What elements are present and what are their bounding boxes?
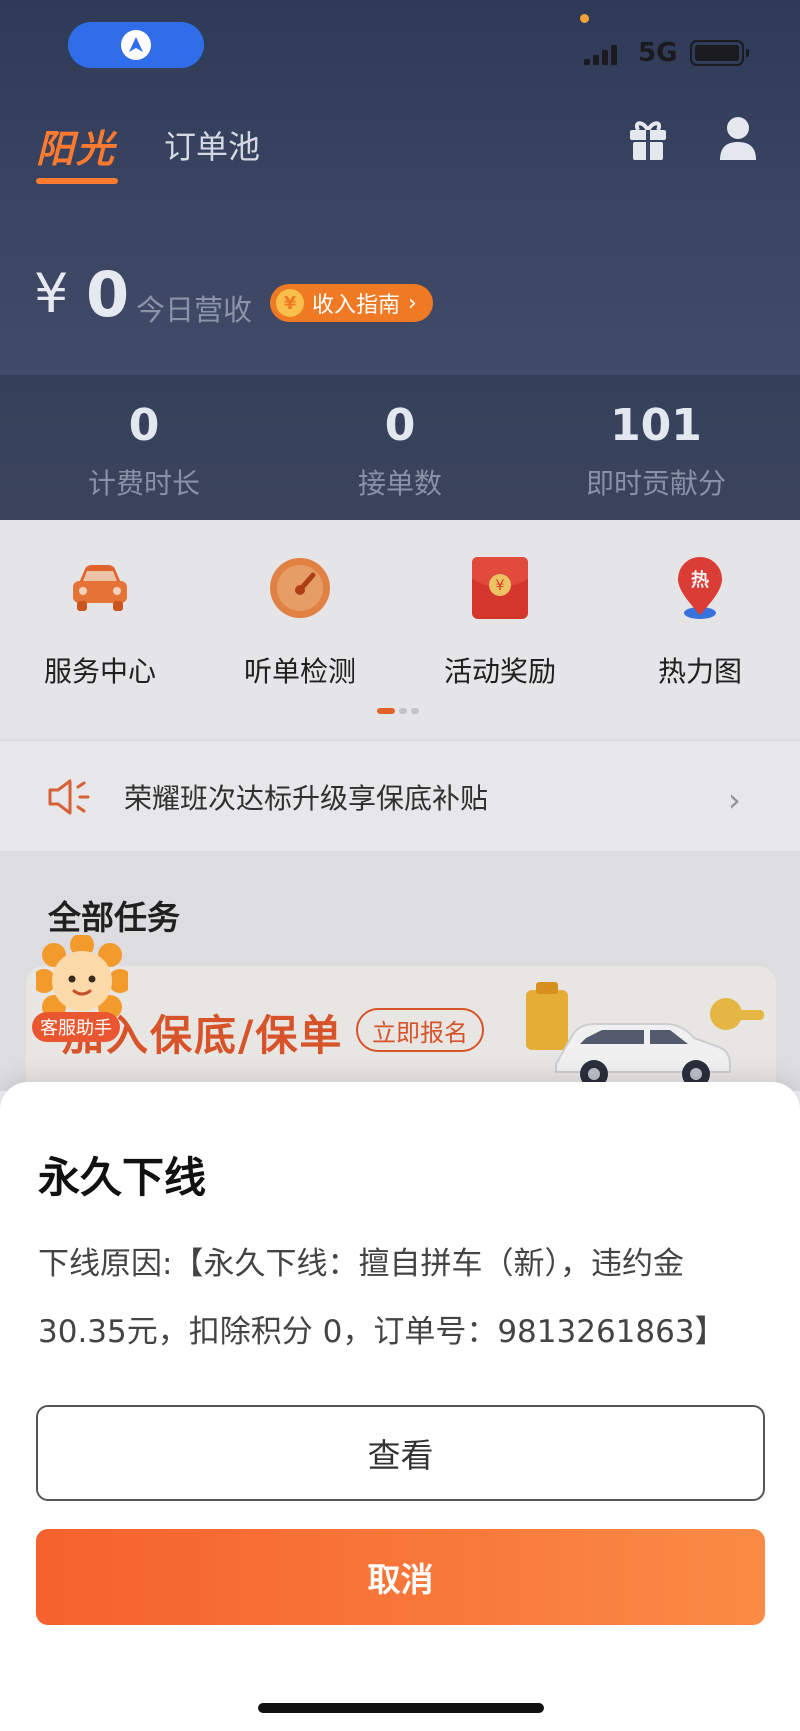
signal-icon [584,43,624,65]
notice-bar[interactable]: 荣耀班次达标升级享保底补贴 › [0,740,800,850]
gauge-icon [268,556,332,620]
network-type: 5G [638,38,678,68]
svg-text:¥: ¥ [496,578,505,594]
today-income-value: 0 [86,258,130,331]
section-title: 全部任务 [48,898,180,937]
task-banner[interactable]: 加入保底/保单 立即报名 [26,966,776,1096]
gift-icon[interactable] [628,118,668,162]
income-guide-button[interactable]: ¥ 收入指南 › [270,284,433,322]
stat-value: 101 [610,400,702,451]
chevron-right-icon: › [728,781,741,819]
battery-icon [690,40,749,66]
car-icon [68,556,132,620]
income-guide-label: 收入指南 [312,293,401,318]
cancel-button[interactable]: 取消 [36,1529,765,1625]
navigation-status-pill[interactable] [68,22,204,68]
grid-item-activity-reward[interactable]: ¥ 活动奖励 [400,556,600,690]
stat-value: 0 [384,400,416,451]
grid-item-service-center[interactable]: 服务中心 [0,556,200,690]
grid-item-label: 服务中心 [43,655,156,688]
chevron-right-icon: › [408,290,417,316]
dashboard-header: 5G 阳光 订单池 ¥ 0 今日营收 ¥ 收入指南 › 0 计费时长 0 接单数… [0,0,800,520]
user-profile-icon[interactable] [718,116,758,162]
red-envelope-icon: ¥ [468,556,532,620]
sheet-title: 永久下线 [38,1153,207,1202]
customer-service-tag[interactable]: 客服助手 [32,1012,120,1042]
stat-label: 即时贡献分 [585,467,726,500]
stat-order-count[interactable]: 0 接单数 [280,400,520,502]
speaker-icon [46,777,92,817]
tab-brand[interactable]: 阳光 [36,118,116,173]
active-tab-indicator [36,178,118,184]
stat-label: 计费时长 [87,467,200,500]
tab-order-pool[interactable]: 订单池 [164,122,260,168]
stat-value: 0 [128,400,160,451]
privacy-indicator-dot [580,14,589,23]
quick-entry-grid: 服务中心 听单检测 ¥ 活动奖励 热 热力图 [0,520,800,738]
navigation-arrow-icon [121,30,151,60]
stat-contribution-score[interactable]: 101 即时贡献分 [536,400,776,502]
heat-pin-icon: 热 [668,556,732,620]
grid-item-listen-check[interactable]: 听单检测 [200,556,400,690]
grid-item-label: 活动奖励 [443,655,556,688]
grid-item-label: 热力图 [657,655,742,688]
today-income-label: 今日营收 [136,293,253,327]
currency-symbol: ¥ [34,262,69,325]
coin-icon: ¥ [276,289,304,317]
sheet-message: 下线原因:【永久下线：擅自拼车（新），违约金30.35元，扣除积分 0，订单号：… [38,1246,726,1350]
signup-button[interactable]: 立即报名 [356,1008,484,1052]
home-indicator[interactable] [258,1703,544,1713]
notice-text: 荣耀班次达标升级享保底补贴 [124,782,489,815]
offline-notice-sheet: 永久下线 下线原因:【永久下线：擅自拼车（新），违约金30.35元，扣除积分 0… [0,1082,800,1731]
page-indicator [377,708,419,714]
car-illustration-icon [516,980,776,1092]
stat-billing-duration[interactable]: 0 计费时长 [24,400,264,502]
grid-item-heat-map[interactable]: 热 热力图 [600,556,800,690]
view-button[interactable]: 查看 [36,1405,765,1501]
svg-text:热: 热 [691,569,709,591]
grid-item-label: 听单检测 [243,655,356,688]
stat-label: 接单数 [357,467,442,500]
